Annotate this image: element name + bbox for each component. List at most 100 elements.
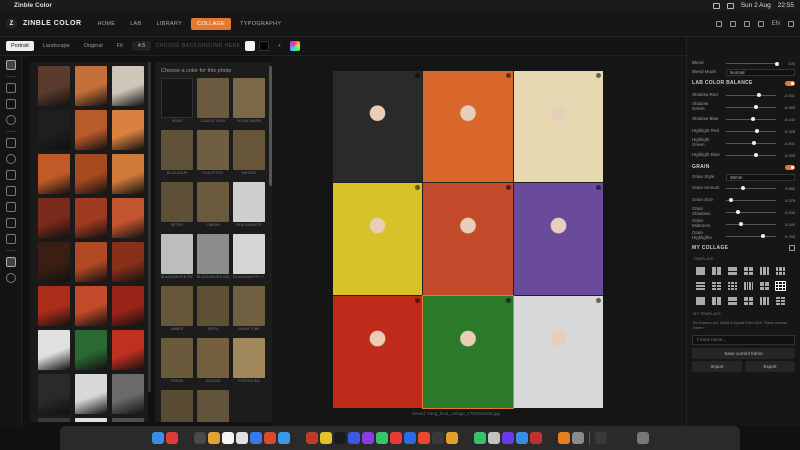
save-frame-button[interactable]: Save current frame <box>692 348 795 359</box>
slider-knob[interactable] <box>752 141 756 145</box>
grid-tool-icon[interactable] <box>5 202 16 212</box>
collage-template[interactable] <box>775 281 786 291</box>
collage-template[interactable] <box>695 266 706 276</box>
wifi-icon[interactable] <box>726 2 734 9</box>
photo-thumbnail[interactable] <box>38 286 70 326</box>
photo-thumbnail[interactable] <box>38 418 70 422</box>
dock-app-icon[interactable] <box>459 432 472 444</box>
slider-knob[interactable] <box>741 186 745 190</box>
color-preset[interactable]: GOLDEN <box>197 338 229 386</box>
crop-tool-icon[interactable] <box>5 83 16 93</box>
photo-thumbnail[interactable] <box>112 374 144 414</box>
dock-app-icon[interactable] <box>165 432 178 444</box>
photo-thumbnail[interactable] <box>75 242 107 282</box>
collage-section-header[interactable]: MY COLLAGE <box>687 242 800 254</box>
photo-thumbnail[interactable] <box>38 66 70 106</box>
color-preset[interactable]: VINTAGE <box>233 130 265 178</box>
adjust-slider[interactable] <box>726 210 776 214</box>
collage-template[interactable] <box>727 296 738 306</box>
adjust-tool-icon[interactable] <box>5 99 16 109</box>
color-preset[interactable]: CREAM <box>161 338 193 386</box>
dock-app-icon[interactable] <box>221 432 234 444</box>
frame-name-input[interactable]: Frame name... <box>692 335 795 345</box>
color-preset[interactable]: PORTRA 400 <box>233 338 265 386</box>
collage-template[interactable] <box>695 296 706 306</box>
bell-icon[interactable] <box>729 20 736 27</box>
layers-tool-icon[interactable] <box>5 218 16 228</box>
collage-template[interactable] <box>711 281 722 291</box>
collage-cell[interactable] <box>333 296 422 408</box>
color-preset[interactable]: KODAK WARM <box>233 78 265 126</box>
collage-template[interactable] <box>743 296 754 306</box>
blend-slider[interactable] <box>726 61 779 66</box>
dock-app-icon[interactable] <box>515 432 528 444</box>
photo-thumbnail[interactable] <box>112 242 144 282</box>
photo-thumbnail[interactable] <box>112 330 144 370</box>
color-preset[interactable]: RETRO <box>161 182 193 230</box>
collage-cell[interactable] <box>422 295 514 409</box>
slider-knob[interactable] <box>751 117 755 121</box>
color-preset[interactable]: BLACK&WHITE+++ <box>233 234 265 282</box>
dock-app-icon[interactable] <box>249 432 262 444</box>
slider-knob[interactable] <box>755 129 759 133</box>
photo-thumbnail[interactable] <box>75 330 107 370</box>
dock-app-icon[interactable] <box>347 432 360 444</box>
adjust-slider[interactable] <box>726 198 776 202</box>
collage-template[interactable] <box>759 296 770 306</box>
dock-app-icon[interactable] <box>636 432 649 444</box>
slider-knob[interactable] <box>728 198 733 202</box>
dock-app-icon[interactable] <box>529 432 542 444</box>
dock-app-icon[interactable] <box>501 432 514 444</box>
dock-app-icon[interactable] <box>151 432 164 444</box>
dock-app-icon[interactable] <box>473 432 486 444</box>
collage-template[interactable] <box>775 266 786 276</box>
import-button[interactable]: Import <box>692 361 742 372</box>
help-icon[interactable] <box>757 20 764 27</box>
collage-template[interactable] <box>727 266 738 276</box>
photo-thumbnail[interactable] <box>112 66 144 106</box>
photo-scrollbar[interactable] <box>148 62 151 392</box>
dock-app-icon[interactable] <box>207 432 220 444</box>
grain-section-header[interactable]: GRAIN <box>687 161 800 173</box>
battery-icon[interactable] <box>712 2 720 9</box>
filter-tool-icon[interactable] <box>5 115 16 125</box>
cell-menu-icon[interactable] <box>506 185 511 190</box>
collage-template[interactable] <box>743 266 754 276</box>
color-preset[interactable]: FADE <box>197 390 229 422</box>
tab-library[interactable]: LIBRARY <box>151 18 189 30</box>
photo-thumbnail[interactable] <box>75 154 107 194</box>
dock-app-icon[interactable] <box>543 432 556 444</box>
photo-thumbnail[interactable] <box>38 330 70 370</box>
cell-menu-icon[interactable] <box>596 185 601 190</box>
dock-app-icon[interactable] <box>375 432 388 444</box>
dock-app-icon[interactable] <box>319 432 332 444</box>
dock-app-icon[interactable] <box>487 432 500 444</box>
slider-knob[interactable] <box>761 234 765 238</box>
collage-template[interactable] <box>759 281 770 291</box>
dock-app-icon[interactable] <box>193 432 206 444</box>
add-swatch-button[interactable]: + <box>273 41 286 51</box>
collage-template[interactable] <box>775 296 786 306</box>
color-preset[interactable]: WARM TONE <box>233 286 265 334</box>
dock-app-icon[interactable] <box>594 432 607 444</box>
slider-knob[interactable] <box>736 210 740 214</box>
dock-app-icon[interactable] <box>361 432 374 444</box>
slider-knob[interactable] <box>754 153 758 157</box>
date-label[interactable]: Sun 2 Aug <box>741 2 771 9</box>
color-preset[interactable]: NONE <box>161 78 193 126</box>
slider-knob[interactable] <box>753 105 758 109</box>
dock-app-icon[interactable] <box>557 432 570 444</box>
dock-app-icon[interactable] <box>333 432 346 444</box>
tab-typography[interactable]: TYPOGRAPHY <box>234 18 287 30</box>
collage-cell[interactable] <box>423 183 513 295</box>
adjust-slider[interactable] <box>726 117 776 121</box>
photo-thumbnail[interactable] <box>112 110 144 150</box>
dock-app-icon[interactable] <box>445 432 458 444</box>
info-tool-icon[interactable] <box>5 273 16 283</box>
ratio-select[interactable]: 4:5 <box>131 41 152 51</box>
adjust-slider[interactable] <box>726 141 776 145</box>
pen-tool-icon[interactable] <box>5 186 16 196</box>
cell-menu-icon[interactable] <box>506 73 511 78</box>
grain-toggle[interactable] <box>785 164 795 170</box>
photo-thumbnail[interactable] <box>38 198 70 238</box>
